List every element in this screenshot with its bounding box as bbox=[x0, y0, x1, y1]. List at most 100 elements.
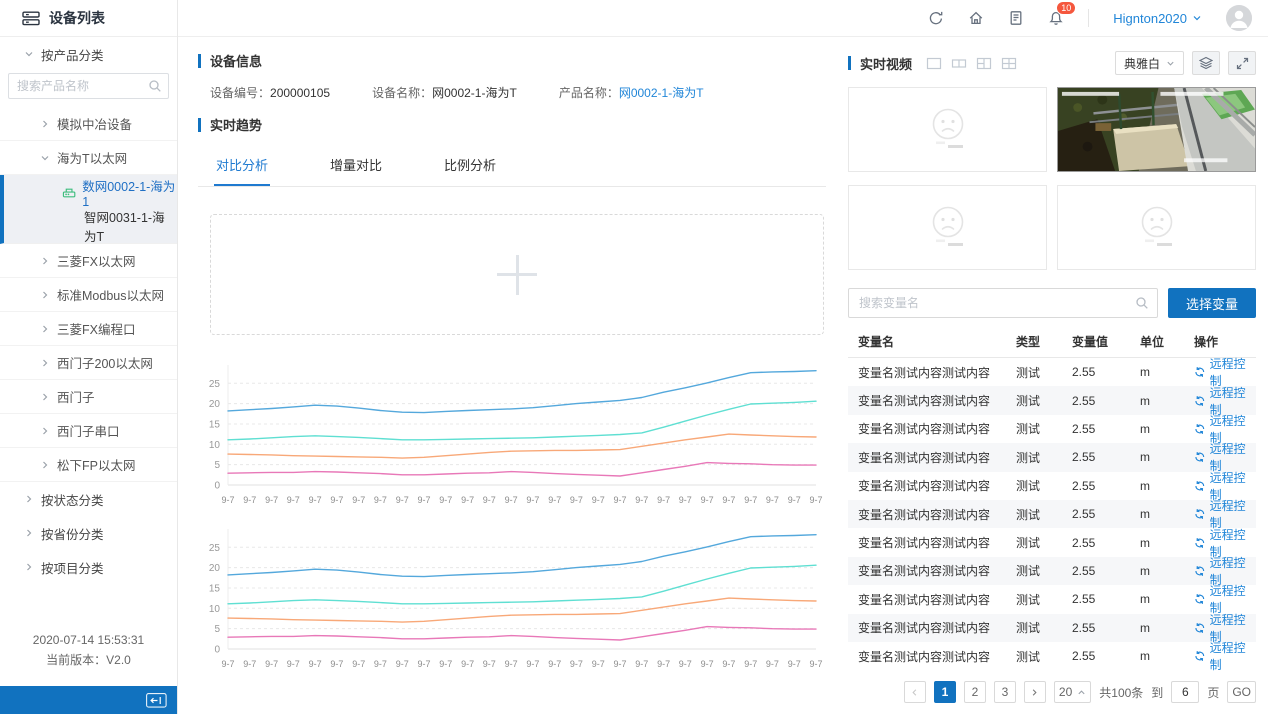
remote-control-link[interactable]: 远程控制 bbox=[1194, 639, 1256, 673]
svg-text:9-7: 9-7 bbox=[417, 495, 430, 505]
sidebar-group-item[interactable]: 按项目分类 bbox=[0, 550, 177, 584]
variable-name-cell: 变量名测试内容测试内容 bbox=[848, 449, 1016, 466]
tab-比例分析[interactable]: 比例分析 bbox=[442, 146, 498, 186]
home-icon[interactable] bbox=[968, 10, 984, 26]
device-info-label: 设备编号： bbox=[210, 86, 270, 100]
sidebar-group-item[interactable]: 按省份分类 bbox=[0, 516, 177, 550]
go-button[interactable]: GO bbox=[1227, 681, 1256, 703]
page-button-1[interactable]: 1 bbox=[934, 681, 956, 703]
variable-name-cell: 变量名测试内容测试内容 bbox=[848, 477, 1016, 494]
sidebar-category-item[interactable]: 西门子串口 bbox=[0, 414, 177, 448]
svg-text:0: 0 bbox=[214, 481, 220, 492]
layout-three-split-icon[interactable] bbox=[976, 57, 992, 70]
chevron-right-icon bbox=[40, 256, 50, 266]
theme-select[interactable]: 典雅白 bbox=[1115, 51, 1184, 75]
product-search-input[interactable] bbox=[8, 73, 169, 99]
svg-text:9-7: 9-7 bbox=[374, 659, 387, 669]
page-button-2[interactable]: 2 bbox=[964, 681, 986, 703]
variable-table-body: 变量名测试内容测试内容测试2.55m 远程控制变量名测试内容测试内容测试2.55… bbox=[848, 358, 1256, 670]
empty-video-tile[interactable] bbox=[848, 87, 1047, 172]
tab-对比分析[interactable]: 对比分析 bbox=[214, 146, 270, 186]
device-info-value: 网0002-1-海为T bbox=[432, 86, 517, 100]
sidebar-device-item[interactable]: 数网0002-1-海为1 bbox=[4, 175, 177, 209]
remote-control-icon bbox=[1194, 622, 1206, 634]
chevron-down-icon bbox=[1192, 13, 1202, 23]
variable-value-cell: 2.55 bbox=[1072, 479, 1140, 493]
variable-table-header: 变量名类型变量值单位操作 bbox=[848, 326, 1256, 358]
variable-name-cell: 变量名测试内容测试内容 bbox=[848, 420, 1016, 437]
svg-text:9-7: 9-7 bbox=[439, 659, 452, 669]
chevron-down-icon bbox=[24, 49, 34, 59]
svg-text:9-7: 9-7 bbox=[221, 659, 234, 669]
sidebar-category-item[interactable]: 标准Modbus以太网 bbox=[0, 278, 177, 312]
layout-two-split-icon[interactable] bbox=[951, 57, 967, 70]
page-jump-input[interactable] bbox=[1171, 681, 1199, 703]
avatar[interactable] bbox=[1226, 5, 1252, 31]
layout-grid-icon[interactable] bbox=[1001, 57, 1017, 70]
sidebar-footer: 2020-07-14 15:53:31 当前版本：V2.0 bbox=[0, 630, 177, 686]
trend-chart-container: 05101520259-79-79-79-79-79-79-79-79-79-7… bbox=[198, 359, 826, 511]
sidebar-category-item[interactable]: 三菱FX编程口 bbox=[0, 312, 177, 346]
document-icon[interactable] bbox=[1008, 10, 1024, 26]
sidebar-collapse-bar[interactable] bbox=[0, 686, 177, 714]
sidebar-category-label: 西门子200以太网 bbox=[57, 353, 153, 372]
prev-page-button[interactable] bbox=[904, 681, 926, 703]
bell-icon[interactable]: 10 bbox=[1048, 10, 1064, 26]
empty-video-tile[interactable] bbox=[1057, 185, 1256, 270]
variable-name-cell: 变量名测试内容测试内容 bbox=[848, 534, 1016, 551]
add-trend-variable-box[interactable] bbox=[210, 214, 824, 335]
layers-button[interactable] bbox=[1192, 51, 1220, 75]
variable-search-input[interactable] bbox=[848, 288, 1158, 318]
pagination: 12320共100条到页GO bbox=[848, 681, 1256, 703]
svg-text:15: 15 bbox=[209, 419, 221, 430]
user-name: Hignton2020 bbox=[1113, 11, 1187, 26]
sidebar-category-item[interactable]: 西门子 bbox=[0, 380, 177, 414]
camera-video-tile[interactable] bbox=[1057, 87, 1256, 172]
collapse-icon[interactable] bbox=[146, 693, 167, 708]
sidebar-category-label: 西门子 bbox=[57, 387, 95, 406]
variable-name-cell: 变量名测试内容测试内容 bbox=[848, 619, 1016, 636]
svg-text:9-7: 9-7 bbox=[635, 659, 648, 669]
sidebar-category-item[interactable]: 海为T以太网 bbox=[0, 141, 177, 175]
sidebar-category-item[interactable]: 西门子200以太网 bbox=[0, 346, 177, 380]
svg-text:9-7: 9-7 bbox=[461, 495, 474, 505]
next-page-button[interactable] bbox=[1024, 681, 1046, 703]
svg-text:9-7: 9-7 bbox=[265, 495, 278, 505]
sidebar-device-label: 数网0002-1-海为1 bbox=[82, 176, 177, 209]
sidebar-category-item[interactable]: 松下FP以太网 bbox=[0, 448, 177, 482]
svg-text:9-7: 9-7 bbox=[243, 495, 256, 505]
variable-type-cell: 测试 bbox=[1016, 506, 1072, 523]
page-button-3[interactable]: 3 bbox=[994, 681, 1016, 703]
svg-text:9-7: 9-7 bbox=[809, 659, 822, 669]
svg-text:9-7: 9-7 bbox=[461, 659, 474, 669]
remote-control-icon bbox=[1194, 593, 1206, 605]
device-icon bbox=[62, 186, 76, 199]
select-variable-button[interactable]: 选择变量 bbox=[1168, 288, 1256, 318]
variable-name-cell: 变量名测试内容测试内容 bbox=[848, 364, 1016, 381]
svg-text:9-7: 9-7 bbox=[657, 659, 670, 669]
refresh-icon[interactable] bbox=[928, 10, 944, 26]
empty-video-tile[interactable] bbox=[848, 185, 1047, 270]
search-icon[interactable] bbox=[148, 79, 162, 93]
sidebar-group-by-product[interactable]: 按产品分类 bbox=[0, 37, 177, 71]
sidebar-category-item[interactable]: 模拟中冶设备 bbox=[0, 107, 177, 141]
variable-type-cell: 测试 bbox=[1016, 449, 1072, 466]
chevron-right-icon bbox=[24, 494, 34, 504]
chevron-up-icon bbox=[1077, 688, 1086, 697]
variable-unit-cell: m bbox=[1140, 592, 1194, 606]
user-menu[interactable]: Hignton2020 bbox=[1113, 11, 1202, 26]
page-size-select[interactable]: 20 bbox=[1054, 681, 1091, 703]
sidebar-group-item[interactable]: 按状态分类 bbox=[0, 482, 177, 516]
sidebar-category-item[interactable]: 三菱FX以太网 bbox=[0, 244, 177, 278]
tab-增量对比[interactable]: 增量对比 bbox=[328, 146, 384, 186]
svg-text:9-7: 9-7 bbox=[635, 495, 648, 505]
fullscreen-button[interactable] bbox=[1228, 51, 1256, 75]
sidebar-device-item[interactable]: 智网0031-1-海为T bbox=[4, 209, 177, 243]
svg-text:9-7: 9-7 bbox=[722, 495, 735, 505]
variable-value-cell: 2.55 bbox=[1072, 564, 1140, 578]
svg-text:9-7: 9-7 bbox=[613, 495, 626, 505]
variable-name-cell: 变量名测试内容测试内容 bbox=[848, 562, 1016, 579]
layout-single-icon[interactable] bbox=[926, 57, 942, 70]
search-icon[interactable] bbox=[1135, 296, 1149, 310]
device-info-value[interactable]: 网0002-1-海为T bbox=[619, 86, 704, 100]
